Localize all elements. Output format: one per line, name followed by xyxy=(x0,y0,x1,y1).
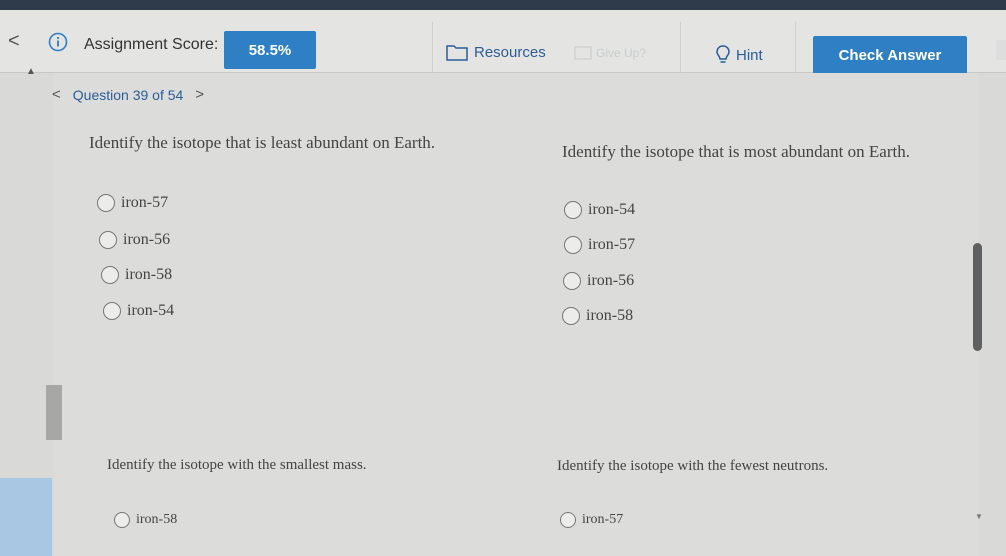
next-question-icon[interactable]: > xyxy=(195,86,204,103)
option-label: iron-58 xyxy=(136,512,178,527)
option-label: iron-58 xyxy=(586,307,634,324)
side-panel-handle[interactable] xyxy=(996,40,1006,60)
header-divider xyxy=(795,22,796,80)
header-divider xyxy=(680,22,681,80)
option-label: iron-57 xyxy=(121,194,169,211)
assignment-header: < Assignment Score: 58.5% Resources Give… xyxy=(0,10,1006,80)
question-prompt: Identify the isotope that is least abund… xyxy=(89,133,436,152)
radio-button[interactable] xyxy=(563,272,581,290)
scroll-down-icon[interactable]: ▼ xyxy=(975,512,983,521)
answer-option[interactable]: iron-57 xyxy=(97,194,168,212)
answer-option[interactable]: iron-58 xyxy=(114,512,177,528)
question-prompt: Identify the isotope with the smallest m… xyxy=(107,457,367,473)
radio-button[interactable] xyxy=(97,194,115,212)
assignment-score-label: Assignment Score: xyxy=(84,36,219,53)
radio-button[interactable] xyxy=(564,236,582,254)
question-prompt: Identify the isotope with the fewest neu… xyxy=(557,458,829,474)
answer-option[interactable]: iron-58 xyxy=(562,307,633,325)
option-label: iron-57 xyxy=(582,512,624,527)
answer-option[interactable]: iron-57 xyxy=(560,512,623,528)
left-side-panel xyxy=(0,478,52,556)
option-label: iron-54 xyxy=(588,201,636,218)
answer-option[interactable]: iron-54 xyxy=(564,201,635,219)
vertical-scrollbar-thumb[interactable] xyxy=(973,243,982,351)
radio-button[interactable] xyxy=(562,307,580,325)
assignment-score-badge: 58.5% xyxy=(224,31,316,69)
check-answer-button[interactable]: Check Answer xyxy=(813,36,967,74)
header-divider xyxy=(432,22,433,80)
radio-button[interactable] xyxy=(560,512,576,528)
answer-option[interactable]: iron-57 xyxy=(564,236,635,254)
radio-button[interactable] xyxy=(101,266,119,284)
question-prompt: Identify the isotope that is most abunda… xyxy=(562,142,910,161)
option-label: iron-57 xyxy=(588,236,636,253)
answer-option[interactable]: iron-56 xyxy=(563,272,634,290)
give-up-label: Give Up? xyxy=(596,46,647,60)
option-label: iron-56 xyxy=(587,272,635,289)
radio-button[interactable] xyxy=(564,201,582,219)
answer-option[interactable]: iron-56 xyxy=(99,231,170,249)
collapse-up-icon[interactable]: ▲ xyxy=(26,66,36,77)
question-navigator: < Question 39 of 54 > xyxy=(52,86,204,103)
option-label: iron-56 xyxy=(123,231,171,248)
lightbulb-icon xyxy=(716,45,730,63)
radio-button[interactable] xyxy=(114,512,130,528)
left-scroll-thumb[interactable] xyxy=(46,385,62,440)
info-icon[interactable] xyxy=(48,32,68,52)
hint-label: Hint xyxy=(736,46,763,64)
give-up-button[interactable]: Give Up? xyxy=(574,46,646,60)
previous-question-icon[interactable]: < xyxy=(52,86,61,103)
give-up-icon xyxy=(574,46,592,60)
back-chevron-icon[interactable]: < xyxy=(8,30,20,53)
resources-label: Resources xyxy=(474,43,546,61)
resources-button[interactable]: Resources xyxy=(446,43,546,61)
option-label: iron-58 xyxy=(125,266,173,283)
radio-button[interactable] xyxy=(103,302,121,320)
answer-option[interactable]: iron-54 xyxy=(103,302,174,320)
radio-button[interactable] xyxy=(99,231,117,249)
hint-button[interactable]: Hint xyxy=(716,45,763,65)
folder-icon xyxy=(446,45,468,61)
option-label: iron-54 xyxy=(127,302,175,319)
question-counter: Question 39 of 54 xyxy=(72,86,184,103)
answer-option[interactable]: iron-58 xyxy=(101,266,172,284)
